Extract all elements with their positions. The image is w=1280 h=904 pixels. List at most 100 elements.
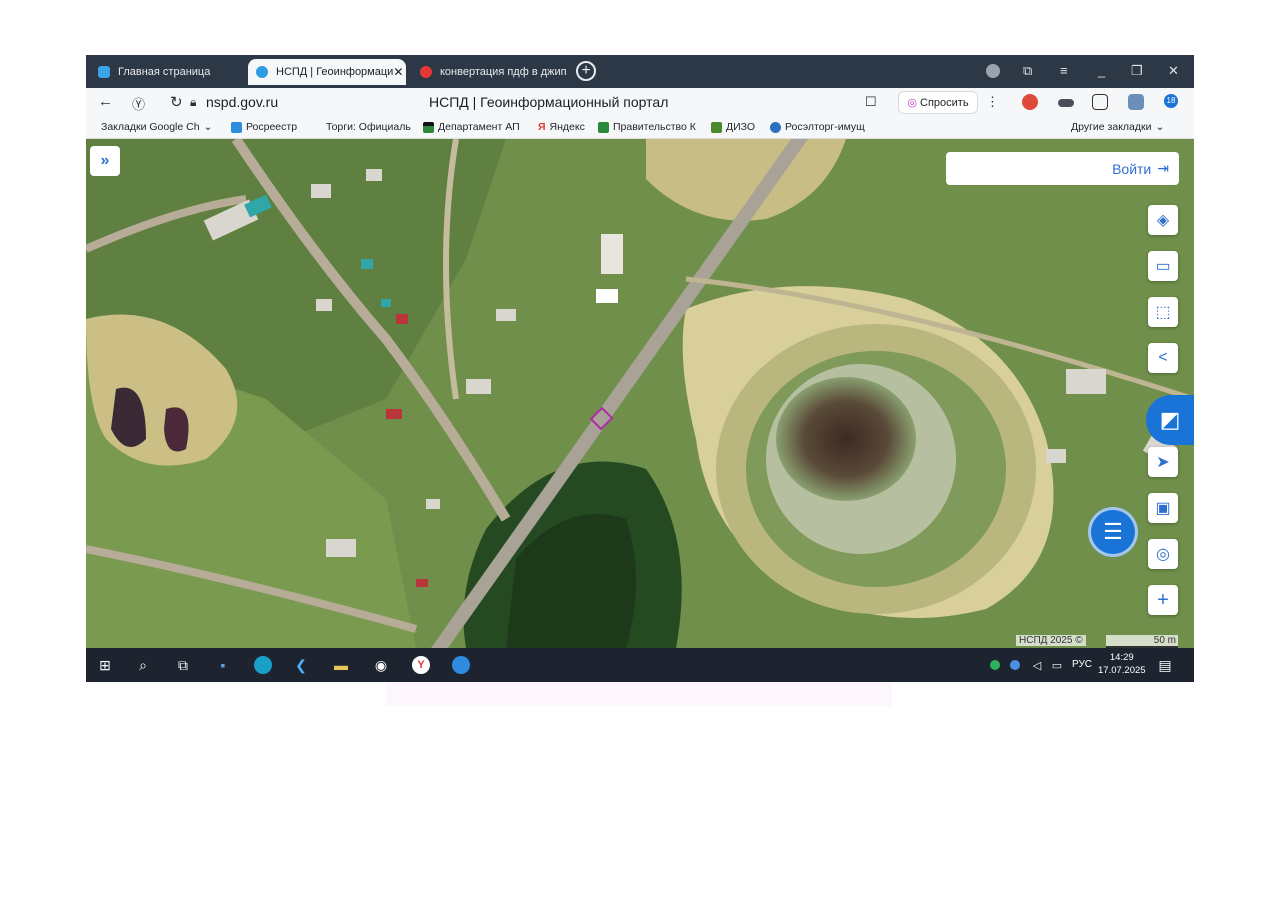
close-tab-icon[interactable]: ✕ (393, 65, 403, 79)
menu-icon[interactable]: ≡ (1060, 63, 1068, 78)
select-area-button[interactable]: ⬚ (1148, 297, 1178, 327)
bookmark-rosreestr[interactable]: Росреестр (231, 121, 297, 133)
collections-icon[interactable]: ⧉ (1023, 63, 1032, 79)
zoom-in-button[interactable]: + (1148, 585, 1178, 615)
extension-icon[interactable] (1058, 99, 1074, 107)
bookmark-dizo[interactable]: ДИЗО (711, 121, 755, 133)
bookmark-roseltorg[interactable]: Росэлторг-имущ (770, 121, 865, 133)
gov-icon (598, 121, 609, 133)
tray-app-icon[interactable] (990, 660, 1000, 670)
floppy-app-icon[interactable]: ▪ (214, 656, 232, 674)
new-tab-button[interactable]: + (576, 61, 596, 81)
bookmark-google[interactable]: Закладки Google Ch ⌄ (101, 121, 212, 133)
yandex-browser-icon[interactable]: Y (412, 656, 430, 674)
bookmark-label: Яндекс (549, 121, 585, 133)
expand-panel-button[interactable]: » (90, 146, 120, 176)
layers-button[interactable]: ◈ (1148, 205, 1178, 235)
bookmark-label: Торги: Официаль (326, 121, 411, 133)
screenshot-frame: Главная страница НСПД | Геоинформаци ✕ к… (86, 55, 1194, 682)
search-location-button[interactable]: ◎ (1148, 539, 1178, 569)
task-view-icon[interactable]: ⧉ (174, 656, 192, 674)
clock[interactable]: 14:29 17.07.2025 (1098, 651, 1146, 677)
ruler-icon: ▭ (1155, 258, 1171, 275)
restore-icon[interactable]: ❐ (1131, 63, 1143, 79)
bookmark-department[interactable]: Департамент АП (423, 121, 520, 133)
lock-icon: 🔒︎ (190, 95, 197, 109)
scale-bar: 50 m (1106, 635, 1178, 648)
dizo-icon (711, 121, 722, 133)
map-view[interactable]: » Войти ⇥ ◈ ▭ ⬚ < ◩ ➤ ▣ ◎ + ☰ НСПД 2025 … (86, 139, 1194, 648)
downloads-badge-icon[interactable]: 18 (1164, 94, 1178, 108)
flag-icon (423, 121, 434, 133)
satellite-imagery (86, 139, 1194, 648)
windows-start-icon[interactable]: ⊞ (96, 656, 114, 674)
reload-icon[interactable]: ↻ (170, 93, 183, 111)
tab-favicon-icon (98, 66, 110, 78)
clock-time: 14:29 (1109, 652, 1134, 663)
login-label: Войти (1112, 160, 1152, 177)
search-icon[interactable]: ⌕ (134, 656, 152, 674)
tab-home[interactable]: Главная страница (90, 59, 240, 85)
input-language[interactable]: РУС (1072, 659, 1092, 670)
app-icon[interactable] (452, 656, 470, 674)
address-bar: ← Ⓨ ↻ 🔒︎ nspd.gov.ru НСПД | Геоинформаци… (86, 88, 1194, 116)
geolocate-button[interactable]: ➤ (1148, 447, 1178, 477)
tab-label: НСПД | Геоинформаци (276, 66, 394, 78)
profile-icon[interactable] (986, 64, 1000, 78)
network-icon[interactable]: ▭ (1048, 656, 1066, 674)
ask-button[interactable]: ◎ Спросить (898, 91, 978, 114)
chevron-down-icon: ⌄ (203, 121, 213, 133)
clock-date: 17.07.2025 (1098, 665, 1146, 676)
other-bookmarks-label: Другие закладки (1071, 121, 1152, 133)
print-button[interactable]: ▣ (1148, 493, 1178, 523)
yandex-favicon-icon (420, 66, 432, 78)
roseltorg-icon (770, 121, 781, 133)
app-icon[interactable]: ❮ (292, 656, 310, 674)
search-location-icon: ◎ (1156, 546, 1170, 563)
service-icon: ◩ (1159, 407, 1181, 432)
yandex-home-icon[interactable]: Ⓨ (132, 94, 145, 113)
extension-icon[interactable] (1022, 94, 1038, 110)
attribution: НСПД 2025 © (1016, 635, 1086, 646)
chevron-down-icon: ⌄ (1155, 121, 1165, 133)
browser-tab-strip: Главная страница НСПД | Геоинформаци ✕ к… (86, 55, 1194, 88)
volume-muted-icon[interactable]: ◁ (1028, 656, 1046, 674)
bookmark-icon[interactable]: ☐ (865, 94, 877, 110)
navigation-arrow-icon: ➤ (1156, 454, 1170, 471)
notifications-icon[interactable]: ▤ (1156, 656, 1174, 674)
print-icon: ▣ (1155, 500, 1171, 517)
windows-taskbar: ⊞ ⌕ ⧉ ▪ ❮ ▬ ◉ Y ◁ ▭ РУС 14:29 17.07.2025… (86, 648, 1194, 682)
tab-nspd[interactable]: НСПД | Геоинформаци ✕ (248, 59, 406, 85)
bookmark-yandex[interactable]: Я Яндекс (538, 121, 585, 133)
other-bookmarks[interactable]: Другие закладки ⌄ (1071, 121, 1164, 133)
url-field[interactable]: nspd.gov.ru (206, 94, 278, 110)
chat-icon: ☰ (1103, 519, 1123, 544)
app-icon[interactable]: ◉ (372, 656, 390, 674)
extension-icon[interactable] (1128, 94, 1144, 110)
extension-icon[interactable] (1092, 94, 1108, 110)
minimize-icon[interactable]: _ (1098, 63, 1105, 78)
plus-icon: + (1157, 588, 1169, 611)
ruler-button[interactable]: ▭ (1148, 251, 1178, 281)
share-icon: < (1158, 349, 1168, 366)
back-icon[interactable]: ← (98, 93, 113, 110)
login-button[interactable]: Войти ⇥ (946, 152, 1179, 185)
close-window-icon[interactable]: ✕ (1168, 63, 1179, 79)
more-menu-icon[interactable]: ⋮ (986, 94, 999, 110)
chat-button[interactable]: ☰ (1088, 507, 1138, 557)
bookmark-label: Департамент АП (438, 121, 520, 133)
tray-app-icon[interactable] (1010, 660, 1020, 670)
bookmark-government[interactable]: Правительство К (598, 121, 696, 133)
ask-label: Спросить (920, 96, 969, 109)
file-explorer-icon[interactable]: ▬ (332, 656, 350, 674)
edge-icon[interactable] (254, 656, 272, 674)
tab-label: конвертация пдф в джип (440, 66, 567, 78)
bookmark-label: Росреестр (246, 121, 298, 133)
tab-convert[interactable]: конвертация пдф в джип (412, 59, 570, 85)
page-artifact (386, 682, 892, 706)
tab-favicon-icon (256, 66, 268, 78)
share-button[interactable]: < (1148, 343, 1178, 373)
bookmark-torgi[interactable]: Торги: Официаль (326, 121, 411, 133)
bookmark-label: Закладки Google Ch (101, 121, 200, 133)
service-button[interactable]: ◩ (1146, 395, 1194, 445)
